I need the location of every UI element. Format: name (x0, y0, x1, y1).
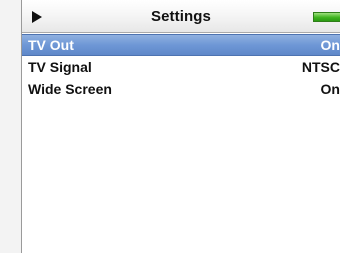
settings-menu: TV Out On TV Signal NTSC Wide Screen On (22, 34, 340, 100)
page-title: Settings (151, 8, 211, 25)
menu-item-value: On (320, 81, 340, 97)
menu-item-tv-signal[interactable]: TV Signal NTSC (22, 56, 340, 78)
menu-item-label: TV Signal (28, 59, 92, 75)
battery-icon (313, 12, 340, 22)
ipod-screen: Settings TV Out On TV Signal NTSC Wide S… (21, 0, 340, 253)
menu-item-tv-out[interactable]: TV Out On (22, 34, 340, 56)
menu-item-label: Wide Screen (28, 81, 112, 97)
menu-item-label: TV Out (28, 37, 74, 53)
title-bar: Settings (22, 0, 340, 33)
menu-item-value: On (320, 37, 340, 53)
menu-item-wide-screen[interactable]: Wide Screen On (22, 78, 340, 100)
menu-item-value: NTSC (301, 59, 340, 75)
